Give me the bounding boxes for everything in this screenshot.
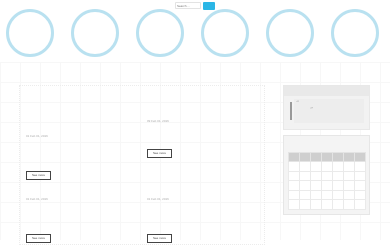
calendar-day[interactable] [299,161,311,172]
open-quote-icon: “ [296,100,300,107]
circle-icon[interactable] [6,9,54,57]
circle-icon[interactable] [201,9,249,57]
search-input[interactable] [175,2,201,9]
calendar-day[interactable] [310,180,322,191]
circle-icon[interactable] [71,9,119,57]
calendar-week-row [288,161,366,172]
calendar-day[interactable] [288,170,300,182]
calendar-day[interactable] [299,180,311,191]
calendar-week-row [288,199,366,210]
circle-icon[interactable] [331,9,379,57]
calendar-day[interactable] [354,180,366,191]
calendar-day[interactable] [288,180,300,191]
calendar-day[interactable] [310,161,322,172]
calendar-day[interactable] [332,189,344,201]
calendar-day[interactable] [321,180,333,191]
calendar-week-row [288,180,366,191]
close-quote-icon: ” [310,107,314,114]
see-more-button[interactable]: See more [147,149,172,158]
calendar-day[interactable] [310,199,322,210]
post-date: 01 Feb 01, 2016 [147,197,169,201]
calendar-day[interactable] [343,199,355,210]
calendar-day[interactable] [354,189,366,201]
quote-bar [290,102,292,120]
calendar-day[interactable] [343,189,355,201]
calendar-day[interactable] [310,189,322,201]
calendar-week-row [288,170,366,182]
calendar-day[interactable] [354,170,366,182]
calendar-day[interactable] [321,170,333,182]
see-more-button[interactable]: See more [26,234,51,243]
circle-icon[interactable] [266,9,314,57]
see-more-button[interactable]: See more [147,234,172,243]
circle-icon[interactable] [136,9,184,57]
calendar-day[interactable] [299,189,311,201]
post-date: 01 Feb 01, 2016 [26,134,48,138]
calendar-day[interactable] [343,170,355,182]
post-date: 01 Feb 01, 2016 [26,197,48,201]
calendar-day[interactable] [343,161,355,172]
calendar-day[interactable] [321,189,333,201]
quote-body [294,99,364,123]
calendar-day[interactable] [332,170,344,182]
post-date: 09 Feb 01, 2016 [147,119,169,123]
calendar-day[interactable] [332,180,344,191]
quote-widget: “ ” [283,85,370,130]
calendar-day[interactable] [299,199,311,210]
calendar-day[interactable] [321,161,333,172]
calendar-day[interactable] [332,199,344,210]
widget-header [284,86,369,96]
calendar-header-row [288,152,366,162]
calendar-day[interactable] [354,161,366,172]
see-more-button[interactable]: See more [26,171,51,180]
calendar-day[interactable] [288,189,300,201]
calendar-day[interactable] [288,199,300,210]
circle-icons-row [0,9,390,61]
calendar-week-row [288,189,366,201]
calendar-day[interactable] [343,180,355,191]
calendar-widget [283,135,370,215]
calendar-day[interactable] [299,170,311,182]
calendar-day[interactable] [310,170,322,182]
calendar-day[interactable] [332,161,344,172]
calendar-day[interactable] [288,161,300,172]
calendar-table [288,152,366,210]
calendar-day[interactable] [321,199,333,210]
posts-panel: 01 Feb 01, 2016 See more 09 Feb 01, 2016… [19,85,265,245]
calendar-day[interactable] [354,199,366,210]
